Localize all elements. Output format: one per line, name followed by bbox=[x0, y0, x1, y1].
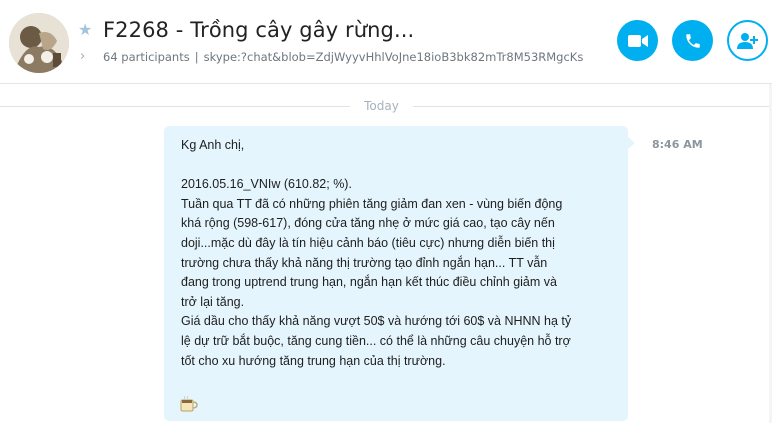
group-avatar[interactable] bbox=[9, 13, 69, 73]
participants-count[interactable]: 64 participants bbox=[103, 50, 190, 64]
chat-join-link[interactable]: skype:?chat&blob=ZdjWyyvHhlVoJne18ioB3bk… bbox=[204, 50, 583, 64]
audio-call-button[interactable] bbox=[672, 20, 713, 61]
conversation-subtitle: 64 participants | skype:?chat&blob=ZdjWyyv… bbox=[103, 50, 583, 64]
message-text: Kg Anh chị, 2016.05.16_VNIw (610.82; %).… bbox=[181, 136, 611, 371]
expand-details-chevron-icon[interactable]: › bbox=[80, 50, 85, 63]
bubble-tail bbox=[627, 136, 635, 150]
coffee-emoticon-icon[interactable] bbox=[180, 395, 198, 412]
message-ticker-line: 2016.05.16_VNIw (610.82; %). bbox=[181, 177, 352, 192]
message-line: doji...mặc dù đây là tín hiệu cảnh báo (… bbox=[181, 235, 555, 250]
day-divider-right bbox=[413, 106, 772, 107]
day-divider-left bbox=[0, 106, 350, 107]
subtitle-separator: | bbox=[194, 50, 199, 64]
conversation-title[interactable]: F2268 - Trồng cây gây rừng... bbox=[103, 18, 414, 42]
message-line: trường chưa thấy khả năng thị trường tạo… bbox=[181, 255, 548, 270]
message-greeting: Kg Anh chị, bbox=[181, 138, 245, 152]
message-timestamp: 8:46 AM bbox=[652, 138, 703, 151]
video-camera-icon bbox=[627, 34, 648, 47]
message-line: lệ dự trữ bắt buộc, tăng cung tiền... có… bbox=[181, 333, 571, 348]
favorite-star-icon[interactable]: ★ bbox=[78, 22, 94, 38]
message-line: Giá dầu cho thấy khả năng vượt 50$ và hư… bbox=[181, 314, 572, 329]
add-person-icon bbox=[736, 32, 758, 49]
video-call-button[interactable] bbox=[617, 20, 658, 61]
phone-icon bbox=[685, 33, 700, 48]
add-participant-button[interactable] bbox=[727, 20, 768, 61]
message-line: Tuần qua TT đã có những phiên tăng giảm … bbox=[181, 196, 563, 211]
message-line: tốt cho xu hướng tăng trung hạn của thị … bbox=[181, 353, 446, 368]
chat-header: ★ F2268 - Trồng cây gây rừng... › 64 par… bbox=[0, 0, 772, 84]
message-line: khá rộng (598-617), đóng cửa tăng nhẹ ở … bbox=[181, 216, 555, 231]
message-line: trở lại tăng. bbox=[181, 294, 245, 309]
day-separator-label: Today bbox=[364, 99, 399, 113]
message-line: đang trong uptrend trung hạn, ngắn hạn k… bbox=[181, 275, 557, 290]
